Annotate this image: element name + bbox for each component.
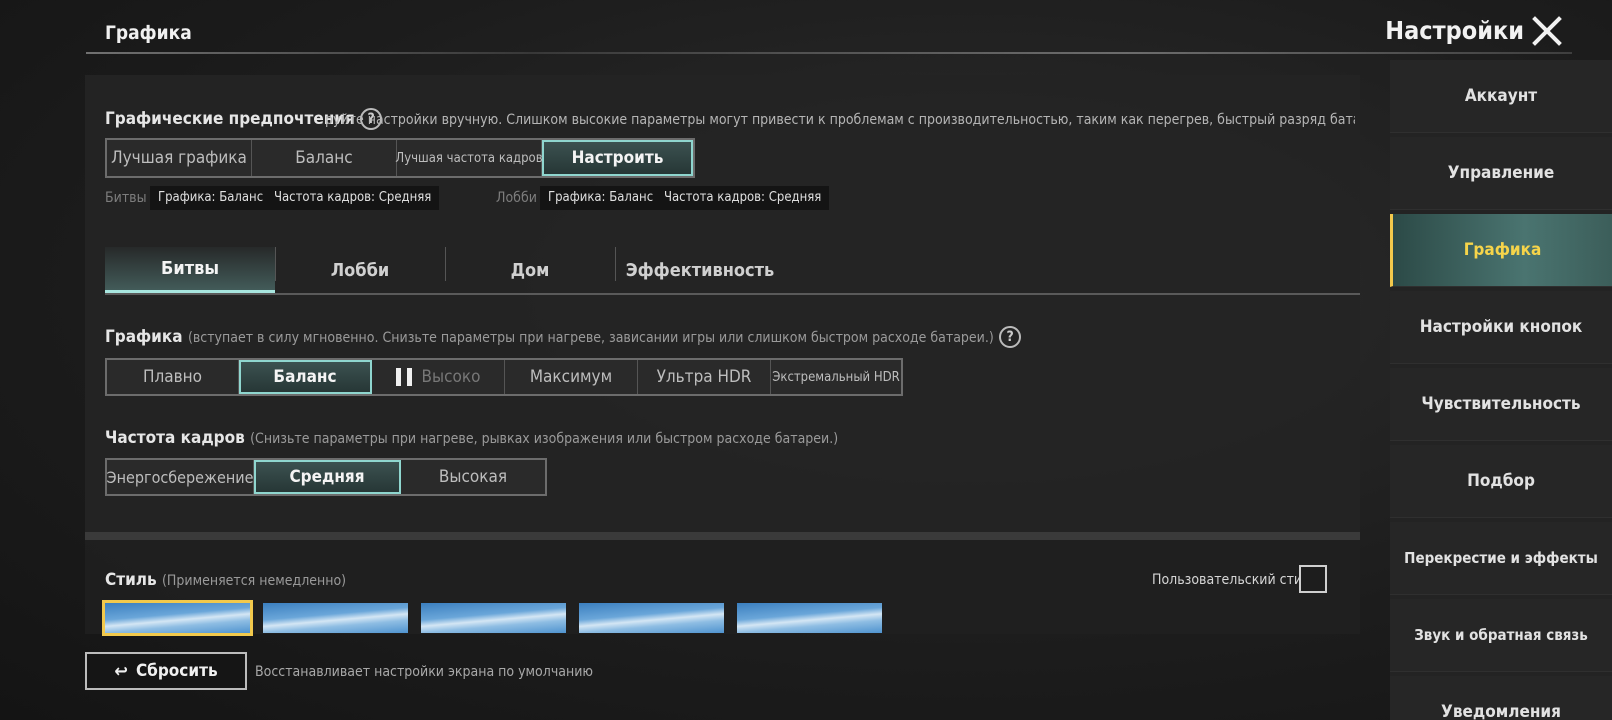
fps-label: Частота кадров [105,428,245,448]
battles-graphics-tag: Графика: Баланс [150,186,272,210]
settings-sidebar: Аккаунт Управление Графика Настройки кно… [1390,60,1612,720]
prefs-selector: Лучшая графика Баланс Лучшая частота кад… [105,138,695,178]
graphics-option-extreme-hdr[interactable]: Экстремальный HDR [771,360,901,394]
sidebar-item-graphics[interactable]: Графика [1390,214,1612,287]
graphics-label: Графика [105,327,183,347]
style-thumb[interactable] [263,603,408,633]
tab-home[interactable]: Дом [445,247,615,293]
lobby-graphics-tag: Графика: Баланс [540,186,662,210]
tab-lobby[interactable]: Лобби [275,247,445,293]
reset-button[interactable]: ↩ Сбросить [85,652,247,690]
style-thumb[interactable] [421,603,566,633]
fps-label-row: Частота кадров (Снизьте параметры при на… [105,428,838,448]
style-thumb[interactable] [579,603,724,633]
close-icon[interactable] [1530,14,1564,48]
sidebar-item-button-settings[interactable]: Настройки кнопок [1390,291,1612,364]
sidebar-item-audio[interactable]: Звук и обратная связь [1390,599,1612,672]
graphics-option-balance[interactable]: Баланс [239,360,372,394]
graphics-option-max[interactable]: Максимум [505,360,638,394]
custom-style-checkbox[interactable] [1299,565,1327,593]
pause-icon [395,368,412,386]
lobby-fps-tag: Частота кадров: Средняя [656,186,830,210]
graphics-label-row: Графика (вступает в силу мгновенно. Сниз… [105,326,1022,348]
style-thumb[interactable] [102,600,253,636]
custom-style-label: Пользовательский стиль [1152,572,1318,588]
fps-option-medium[interactable]: Средняя [254,460,401,494]
prefs-label: Графические предпочтения [105,109,355,129]
prefs-option-balance[interactable]: Баланс [252,140,397,176]
undo-icon: ↩ [114,660,128,682]
fps-option-powersave[interactable]: Энергосбережение [107,460,254,494]
tab-battles[interactable]: Битвы [105,247,275,293]
graphics-hint: (вступает в силу мгновенно. Снизьте пара… [187,330,994,346]
prefs-description: руйте настройки вручную. Слишком высокие… [325,112,1355,128]
style-thumb[interactable] [737,603,882,633]
graphics-option-smooth[interactable]: Плавно [107,360,239,394]
fps-hint: (Снизьте параметры при нагреве, рывках и… [250,431,839,447]
graphics-option-ultra-hdr[interactable]: Ультра HDR [638,360,771,394]
style-label: Стиль [105,570,157,590]
fps-selector: Энергосбережение Средняя Высокая [105,458,547,496]
prefs-option-custom[interactable]: Настроить [542,140,693,176]
graphics-quality-selector: Плавно Баланс Высоко Максимум Ультра HDR… [105,358,903,396]
tab-efficiency[interactable]: Эффективность [615,247,785,293]
sidebar-item-matchmaking[interactable]: Подбор [1390,445,1612,518]
reset-button-label: Сбросить [135,661,218,681]
page-title: Графика [105,22,192,44]
style-hint: (Применяется немедленно) [162,573,347,589]
header-divider [86,52,1572,54]
sidebar-item-sensitivity[interactable]: Чувствительность [1390,368,1612,441]
prefs-option-best-fps[interactable]: Лучшая частота кадров [395,140,543,176]
battles-tag-label: Битвы [105,190,147,206]
mode-tabs: Битвы Лобби Дом Эффективность [105,247,1360,295]
style-label-row: Стиль (Применяется немедленно) [105,570,346,590]
battles-fps-tag: Частота кадров: Средняя [266,186,440,210]
sidebar-item-crosshair[interactable]: Перекрестие и эффекты [1390,522,1612,595]
sidebar-item-notifications[interactable]: Уведомления [1390,676,1612,720]
graphics-option-high[interactable]: Высоко [372,360,505,394]
graphics-option-high-label: Высоко [421,367,481,387]
sidebar-item-controls[interactable]: Управление [1390,137,1612,210]
fps-option-high[interactable]: Высокая [401,460,545,494]
help-icon[interactable]: ? [999,326,1022,348]
prefs-option-best-graphics[interactable]: Лучшая графика [107,140,252,176]
sidebar-item-account[interactable]: Аккаунт [1390,60,1612,133]
lobby-tag-label: Лобби [496,190,537,206]
reset-description: Восстанавливает настройки экрана по умол… [255,664,594,680]
settings-title: Настройки [1385,16,1524,45]
